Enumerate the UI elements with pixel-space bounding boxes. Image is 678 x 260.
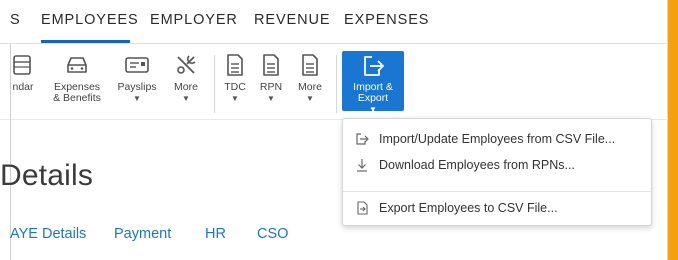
chevron-down-icon: ▼ bbox=[182, 94, 190, 103]
download-icon bbox=[355, 158, 369, 172]
page-title: Details bbox=[0, 159, 94, 192]
chevron-down-icon: ▼ bbox=[306, 94, 314, 103]
document-icon bbox=[221, 51, 249, 79]
more-tools-label: More bbox=[174, 81, 198, 93]
document-icon bbox=[257, 51, 285, 79]
tab-revenue[interactable]: REVENUE bbox=[254, 12, 330, 28]
import-icon bbox=[355, 132, 369, 146]
tools-icon bbox=[172, 51, 200, 79]
tdc-button[interactable]: TDC ▼ bbox=[220, 51, 250, 117]
top-navigation: S EMPLOYEES EMPLOYER REVENUE EXPENSES bbox=[0, 0, 668, 44]
export-icon bbox=[359, 53, 387, 79]
expenses-benefits-button[interactable]: Expenses & Benefits bbox=[46, 51, 108, 117]
menu-item-export-csv[interactable]: Export Employees to CSV File... bbox=[343, 195, 651, 221]
app-window: S EMPLOYEES EMPLOYER REVENUE EXPENSES nd… bbox=[0, 0, 668, 260]
tab-partial[interactable]: S bbox=[10, 12, 21, 28]
chevron-down-icon: ▼ bbox=[133, 94, 141, 103]
more-documents-button[interactable]: More ▼ bbox=[292, 51, 328, 117]
subtab-hr[interactable]: HR bbox=[205, 226, 226, 242]
export-file-icon bbox=[355, 201, 369, 215]
more-documents-label: More bbox=[298, 81, 322, 93]
rpn-button[interactable]: RPN ▼ bbox=[256, 51, 286, 117]
subtab-cso[interactable]: CSO bbox=[257, 226, 288, 242]
calendar-button[interactable]: ndar bbox=[6, 51, 40, 117]
payslips-label: Payslips bbox=[117, 81, 157, 93]
tdc-label: TDC bbox=[224, 81, 246, 93]
calendar-label: ndar bbox=[12, 81, 34, 93]
active-tab-indicator bbox=[41, 40, 130, 43]
document-icon bbox=[296, 51, 324, 79]
import-export-menu: Import/Update Employees from CSV File...… bbox=[342, 118, 652, 226]
menu-item-label: Download Employees from RPNs... bbox=[379, 158, 575, 172]
tab-employees[interactable]: EMPLOYEES bbox=[41, 12, 139, 28]
car-icon bbox=[63, 51, 91, 79]
import-export-label: Import & Export bbox=[353, 81, 393, 104]
menu-divider bbox=[343, 191, 651, 192]
ribbon-divider bbox=[336, 55, 337, 113]
subtab-paye-details[interactable]: AYE Details bbox=[10, 226, 86, 242]
menu-item-label: Export Employees to CSV File... bbox=[379, 201, 558, 215]
expenses-benefits-label: Expenses & Benefits bbox=[53, 81, 101, 104]
ribbon-toolbar: ndar Expenses & Benefits Payslips ▼ More… bbox=[0, 45, 668, 119]
tab-expenses[interactable]: EXPENSES bbox=[344, 12, 429, 28]
chevron-down-icon: ▼ bbox=[267, 94, 275, 103]
more-tools-button[interactable]: More ▼ bbox=[168, 51, 204, 117]
payslips-button[interactable]: Payslips ▼ bbox=[112, 51, 162, 117]
subtab-payment[interactable]: Payment bbox=[114, 226, 171, 242]
chevron-down-icon: ▼ bbox=[231, 94, 239, 103]
chevron-down-icon: ▼ bbox=[369, 105, 377, 114]
ribbon-divider bbox=[214, 55, 215, 113]
import-export-button[interactable]: Import & Export ▼ bbox=[342, 51, 404, 114]
menu-item-download-rpns[interactable]: Download Employees from RPNs... bbox=[343, 152, 651, 178]
tab-employer[interactable]: EMPLOYER bbox=[150, 12, 238, 28]
menu-item-label: Import/Update Employees from CSV File... bbox=[379, 132, 616, 146]
payslip-card-icon bbox=[123, 51, 151, 79]
menu-item-import-update-csv[interactable]: Import/Update Employees from CSV File... bbox=[343, 126, 651, 152]
rpn-label: RPN bbox=[259, 81, 283, 93]
calendar-icon bbox=[9, 51, 37, 79]
